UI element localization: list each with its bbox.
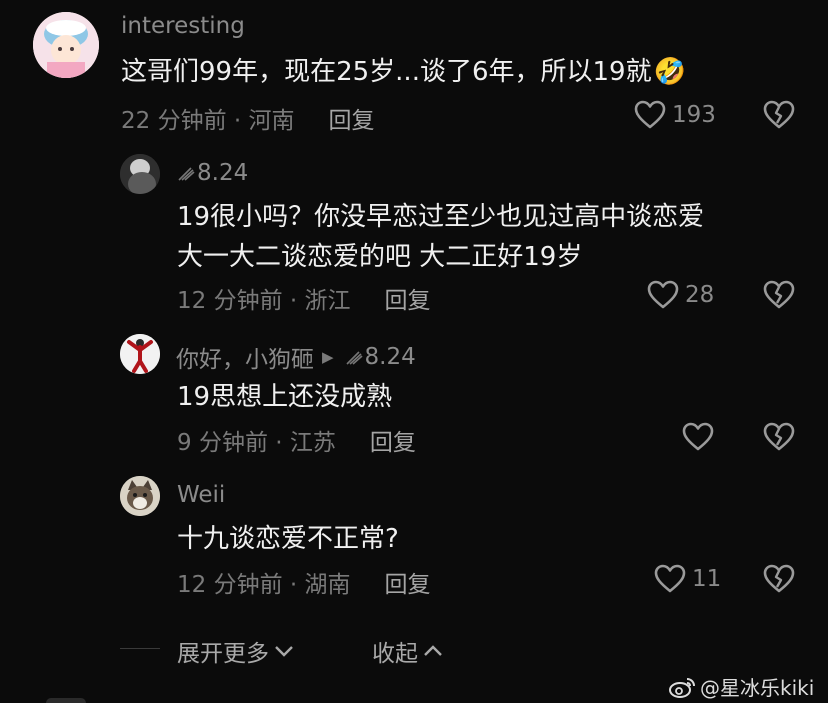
comment-username[interactable]: Weii bbox=[177, 482, 225, 508]
heart-icon bbox=[634, 100, 666, 129]
dislike-button[interactable] bbox=[763, 100, 795, 134]
reply-arrow-icon bbox=[178, 167, 195, 181]
comment-meta: 22 分钟前 · 河南 回复 bbox=[121, 101, 375, 135]
avatar[interactable] bbox=[120, 476, 160, 516]
chevron-up-icon bbox=[424, 645, 442, 656]
comment-meta: 12 分钟前 · 湖南 回复 bbox=[177, 565, 431, 599]
comment-text: 19很小吗？你没早恋过至少也见过高中谈恋爱 大一大二谈恋爱的吧 大二正好19岁 bbox=[177, 202, 705, 272]
like-button[interactable]: 11 bbox=[654, 564, 721, 594]
time-location: 12 分钟前 · 浙江 bbox=[177, 288, 351, 314]
collapse-button[interactable]: 收起 bbox=[372, 634, 444, 668]
avatar[interactable] bbox=[120, 334, 160, 374]
reply-button[interactable]: 回复 bbox=[370, 423, 416, 457]
like-button[interactable]: 193 bbox=[634, 100, 716, 130]
broken-heart-icon bbox=[763, 564, 795, 593]
like-count: 11 bbox=[692, 566, 722, 592]
heart-icon bbox=[654, 564, 686, 593]
avatar[interactable] bbox=[33, 12, 99, 78]
broken-heart-icon bbox=[763, 100, 795, 129]
comment-meta: 9 分钟前 · 江苏 回复 bbox=[177, 423, 416, 457]
reply-arrow-icon bbox=[345, 351, 363, 365]
comment-text: 19思想上还没成熟 bbox=[177, 382, 393, 412]
like-button[interactable]: 28 bbox=[647, 280, 714, 310]
chevron-down-icon bbox=[275, 646, 293, 657]
watermark: @星冰乐kiki bbox=[668, 672, 814, 701]
like-count: 193 bbox=[672, 102, 716, 128]
comment-meta: 12 分钟前 · 浙江 回复 bbox=[177, 281, 431, 315]
like-count: 28 bbox=[685, 282, 715, 308]
expand-more-button[interactable]: 展开更多 bbox=[177, 634, 295, 668]
comment-text: 十九谈恋爱不正常? bbox=[177, 524, 399, 554]
weibo-logo-icon bbox=[669, 677, 695, 698]
comment-text: 这哥们99年，现在25岁...谈了6年，所以19就🤣 bbox=[121, 57, 686, 87]
dislike-button[interactable] bbox=[763, 280, 795, 314]
dislike-button[interactable] bbox=[763, 564, 795, 598]
broken-heart-icon bbox=[763, 422, 795, 451]
comment-username[interactable]: interesting bbox=[121, 13, 245, 39]
play-arrow-icon: ▶ bbox=[322, 348, 334, 366]
broken-heart-icon bbox=[763, 280, 795, 309]
comment-username[interactable]: 8.24 bbox=[176, 160, 248, 186]
time-location: 12 分钟前 · 湖南 bbox=[177, 572, 351, 598]
avatar[interactable] bbox=[120, 154, 160, 194]
comment-username[interactable]: 你好，小狗砸 ▶ 8.24 bbox=[176, 340, 416, 374]
reply-button[interactable]: 回复 bbox=[385, 565, 431, 599]
reply-button[interactable]: 回复 bbox=[385, 281, 431, 315]
laughing-emoji: 🤣 bbox=[653, 57, 686, 87]
like-button[interactable] bbox=[682, 422, 714, 452]
time-location: 9 分钟前 · 江苏 bbox=[177, 430, 336, 456]
reply-button[interactable]: 回复 bbox=[329, 101, 375, 135]
next-comment-avatar[interactable] bbox=[46, 698, 86, 703]
heart-icon bbox=[647, 280, 679, 309]
divider bbox=[120, 648, 160, 649]
dislike-button[interactable] bbox=[763, 422, 795, 456]
time-location: 22 分钟前 · 河南 bbox=[121, 108, 295, 134]
heart-icon bbox=[682, 422, 714, 451]
